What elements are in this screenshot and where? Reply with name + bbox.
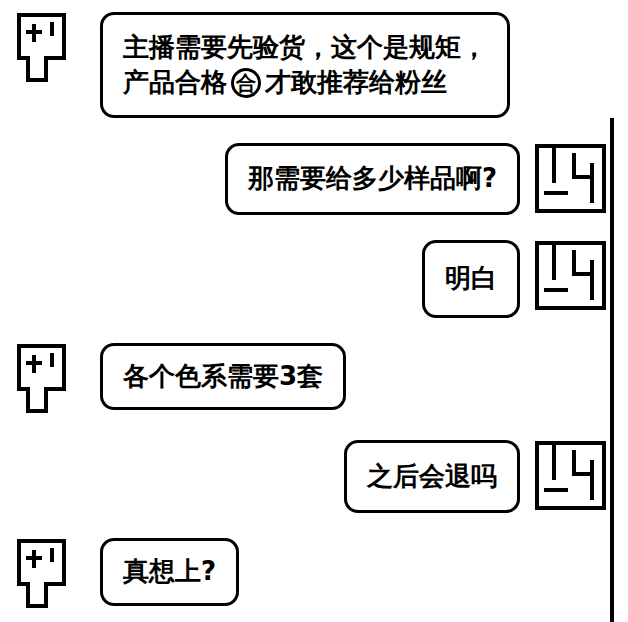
message-row: 各个色系需要3套 <box>16 343 612 415</box>
message-line: 之后会退吗 <box>367 459 497 494</box>
message-row: 那需要给多少样品啊? <box>16 143 612 215</box>
emoji-badge: 合 <box>231 68 261 98</box>
message-text: 明白 <box>445 261 497 296</box>
message-text: 各个色系需要3套 <box>123 359 323 394</box>
avatar-icon[interactable] <box>534 240 610 312</box>
message-text: 之后会退吗 <box>367 459 497 494</box>
message-line: 明白 <box>445 261 497 296</box>
message-row: 明白 <box>16 240 612 318</box>
message-text: 产品合格 <box>123 65 227 100</box>
message-list: 主播需要先验货，这个是规矩，产品合格合才敢推荐给粉丝那需要给多少样品啊? 明白各个… <box>0 0 628 610</box>
message-text: 那需要给多少样品啊? <box>248 161 497 196</box>
message-line: 真想上? <box>123 554 216 589</box>
message-text: 主播需要先验货，这个是规矩， <box>123 30 487 65</box>
message-bubble[interactable]: 之后会退吗 <box>344 440 520 513</box>
message-row: 真想上? <box>16 538 612 610</box>
message-line: 各个色系需要3套 <box>123 359 323 394</box>
message-line: 那需要给多少样品啊? <box>248 161 497 196</box>
avatar-icon[interactable] <box>16 538 70 610</box>
message-bubble[interactable]: 主播需要先验货，这个是规矩，产品合格合才敢推荐给粉丝 <box>100 12 510 118</box>
avatar-icon[interactable] <box>16 12 70 84</box>
side-line <box>610 118 614 622</box>
message-text: 真想上? <box>123 554 216 589</box>
message-row: 之后会退吗 <box>16 440 612 513</box>
avatar-icon[interactable] <box>16 343 70 415</box>
message-bubble[interactable]: 明白 <box>422 240 520 318</box>
message-bubble[interactable]: 那需要给多少样品啊? <box>225 143 520 215</box>
message-row: 主播需要先验货，这个是规矩，产品合格合才敢推荐给粉丝 <box>16 12 612 118</box>
message-bubble[interactable]: 各个色系需要3套 <box>100 343 346 410</box>
message-line: 产品合格合才敢推荐给粉丝 <box>123 65 487 100</box>
message-line: 主播需要先验货，这个是规矩， <box>123 30 487 65</box>
avatar-icon[interactable] <box>534 440 610 512</box>
message-bubble[interactable]: 真想上? <box>100 538 239 606</box>
avatar-icon[interactable] <box>534 143 610 215</box>
message-text: 才敢推荐给粉丝 <box>265 65 447 100</box>
